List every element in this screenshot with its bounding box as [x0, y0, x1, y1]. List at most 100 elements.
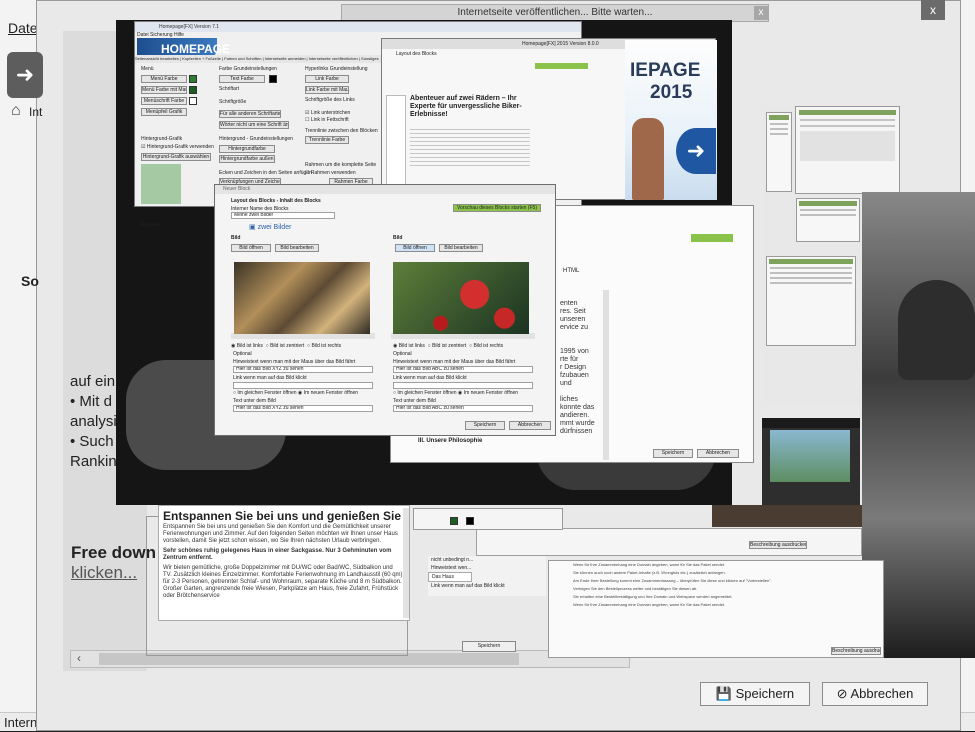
color-swatch[interactable] — [189, 97, 197, 105]
sidebar-label-so: So — [21, 273, 39, 289]
block-cancel-button[interactable]: Abbrechen — [509, 421, 551, 430]
left-link-input[interactable] — [233, 382, 373, 389]
cancel-button[interactable]: ⊘ Abbrechen — [822, 682, 928, 706]
hyphen-button[interactable]: Wörter nicht um eine Schrift ändern — [219, 121, 289, 129]
right-target-radios[interactable]: ○ Im gleichen Fenster öffnen ◉ Im neuen … — [393, 390, 518, 396]
order-instructions-doc: Wenn für Ihre Zusammenhang eine Domain a… — [548, 560, 884, 658]
right-position-radios[interactable]: ◉ Bild ist links ○ Bild ist zentriert ○ … — [393, 343, 503, 349]
left-edit-image-button[interactable]: Bild bearbeiten — [275, 244, 319, 252]
color-swatch[interactable] — [189, 86, 197, 94]
image-settings-fragment: nicht unbedingt n... Hinweistext wen... … — [428, 556, 546, 596]
preview-start-button[interactable] — [535, 63, 588, 69]
label-bg-base: Hintergrund - Grundeinstellungen — [219, 136, 293, 142]
left-position-radios[interactable]: ◉ Bild ist links ○ Bild ist zentriert ○ … — [231, 343, 341, 349]
preview-save-button[interactable]: Speichern — [462, 641, 516, 652]
preview-block-button[interactable]: Vorschau dieses Blocks starten (F5) — [453, 204, 541, 212]
left-caption-input[interactable]: Hier ist das Bild XYZ zu sehen — [233, 405, 373, 412]
progress-close-icon[interactable]: x — [754, 6, 768, 20]
tab-html[interactable]: HTML — [563, 268, 579, 274]
fragment-input[interactable]: Das Haus — [428, 572, 472, 582]
bg-select-button[interactable]: Hintergrund-Grafik auswählen — [141, 153, 211, 161]
label-size: Schriftgröße — [219, 99, 247, 105]
page-text-fragments: enten res. Seit unseren ervice zu 1995 v… — [560, 300, 595, 435]
menu-font-color-button[interactable]: Menüschrift Farbe — [141, 97, 187, 105]
right-optional-label: Optional — [393, 351, 412, 357]
left-optional-label: Optional — [233, 351, 252, 357]
preview-green-button[interactable] — [691, 234, 733, 242]
flower-image — [393, 262, 529, 334]
block-name-input[interactable]: Meine zwei Bilder — [231, 212, 335, 219]
settings-strip: Beschreibung ausdrucken — [476, 528, 862, 556]
right-edit-image-button[interactable]: Bild bearbeiten — [439, 244, 483, 252]
left-caption-label: Text unter dem Bild — [233, 398, 276, 404]
instruction-item: Sie können auch noch andere Paket-Inhalt… — [573, 570, 726, 575]
document-tree[interactable] — [386, 95, 406, 185]
bg-graphic-checkbox[interactable]: ☑ Hintergrund-Grafik verwenden — [141, 144, 214, 150]
bg-outside-button[interactable]: Hintergrundfarbe außen — [219, 155, 275, 163]
print-description-button-lower[interactable]: Beschreibung ausdrucken — [831, 647, 881, 655]
photo-desk — [712, 505, 862, 527]
left-hover-input[interactable]: Hier ist das Bild XYZ zu sehen — [233, 366, 373, 373]
relax-heading: Entspannen Sie bei uns und genießen Sie — [163, 509, 402, 523]
two-images-icon: ▣ — [249, 224, 256, 231]
label-frame: Rahmen um die komplette Seite — [305, 162, 377, 168]
right-link-input[interactable] — [393, 382, 533, 389]
color-swatch[interactable] — [269, 75, 277, 83]
document-heading: Abenteuer auf zwei Rädern – Ihr Experte … — [410, 95, 522, 118]
font-all-button[interactable]: Für alle anderen Schriftarten? — [219, 110, 281, 118]
underline-checkbox[interactable]: ☑ Link unterstrichen — [305, 110, 350, 116]
dialog-close-button[interactable]: x — [921, 0, 945, 20]
back-save-button[interactable]: Speichern — [653, 449, 693, 458]
instruction-item: Wenn für Ihre Zusammenhang eine Domain a… — [573, 562, 726, 567]
color-swatch[interactable] — [450, 517, 458, 525]
instruction-item: Sie erhalten eine Bestellbestätigung und… — [573, 594, 733, 599]
label-bg-graphic: Hintergrund-Grafik — [141, 136, 183, 142]
left-open-image-button[interactable]: Bild öffnen — [231, 244, 271, 252]
relax-body: Entspannen Sie bei uns und genießen Sie … — [163, 524, 403, 599]
link-color-button[interactable]: Link Farbe — [305, 75, 349, 83]
menu-color-button[interactable]: Menü Farbe — [141, 75, 187, 83]
fragment-line: Link wenn man auf das Bild klickt — [431, 583, 505, 589]
back-cancel-button[interactable]: Abbrechen — [697, 449, 739, 458]
label-font: Schriftart — [219, 86, 240, 92]
separator-color-button[interactable]: Trennlinie Farbe — [305, 136, 349, 144]
text-color-button[interactable]: Text Farbe — [219, 75, 265, 83]
color-swatch[interactable] — [466, 517, 474, 525]
home-icon[interactable]: ⌂ — [11, 102, 29, 120]
cancel-circle-icon: ⊘ — [836, 686, 848, 701]
instruction-item: Wenn für Ihre Zusammenhang eine Domain a… — [573, 602, 726, 607]
right-open-image-button[interactable]: Bild öffnen — [395, 244, 435, 252]
scroll-left-icon[interactable]: ‹ — [77, 651, 81, 665]
left-link-label: Link wenn man auf das Bild klickt — [233, 375, 307, 381]
download-link[interactable]: klicken... — [71, 563, 137, 583]
menu-arrow-button[interactable]: Menüpfeil Grafik — [141, 108, 187, 116]
frame-checkbox[interactable]: ☐ Rahmen verwenden — [305, 170, 356, 176]
instruction-item: Verfolgen Sie den Bestellprozess weiter … — [573, 586, 698, 591]
left-target-radios[interactable]: ○ Im gleichen Fenster öffnen ◉ Im neuen … — [233, 390, 358, 396]
preview-scrollbar[interactable] — [403, 508, 409, 618]
label-text-basics: Farbe Grundeinstellungen — [219, 66, 277, 72]
editor-titlebar: Homepage[FX] Version 7.1 — [135, 22, 581, 32]
bg-color-button[interactable]: Hintergrundfarbe — [219, 145, 275, 153]
label-footer: Fußzeile — [141, 222, 161, 228]
color-swatch[interactable] — [189, 75, 197, 83]
arrow-circle-icon: ➜ — [676, 128, 716, 174]
right-hover-input[interactable]: Hier ist das Bild ABC zu sehen — [393, 366, 533, 373]
right-link-label: Link wenn man auf das Bild klickt — [393, 375, 467, 381]
bold-checkbox[interactable]: ☐ Link in Fettschrift — [305, 117, 349, 123]
thumb-screenshot — [766, 256, 856, 346]
block-save-button[interactable]: Speichern — [465, 421, 505, 430]
color-sheet-dialog — [413, 508, 563, 530]
hand-image — [632, 118, 664, 200]
label-corners: Ecken und Zeichen in den Seiten anfügen — [219, 170, 312, 176]
save-button[interactable]: 💾 Speichern — [700, 682, 810, 706]
print-description-button[interactable]: Beschreibung ausdrucken — [749, 541, 807, 549]
thumb-screenshot-large — [795, 106, 900, 194]
homepage-2015-brand: IEPAGE 2015 — [630, 60, 701, 103]
block-layout-label: Layout des Blocks — [396, 51, 437, 57]
right-caption-input[interactable]: Hier ist das Bild ABC zu sehen — [393, 405, 533, 412]
menu-file[interactable]: Datei — [0, 20, 41, 42]
left-image-label: Bild — [231, 235, 241, 241]
menu-color-mouse-button[interactable]: Menü Farbe mit Maus — [141, 86, 187, 94]
link-color-mouse-button[interactable]: Link Farbe mit Maus — [305, 86, 349, 94]
